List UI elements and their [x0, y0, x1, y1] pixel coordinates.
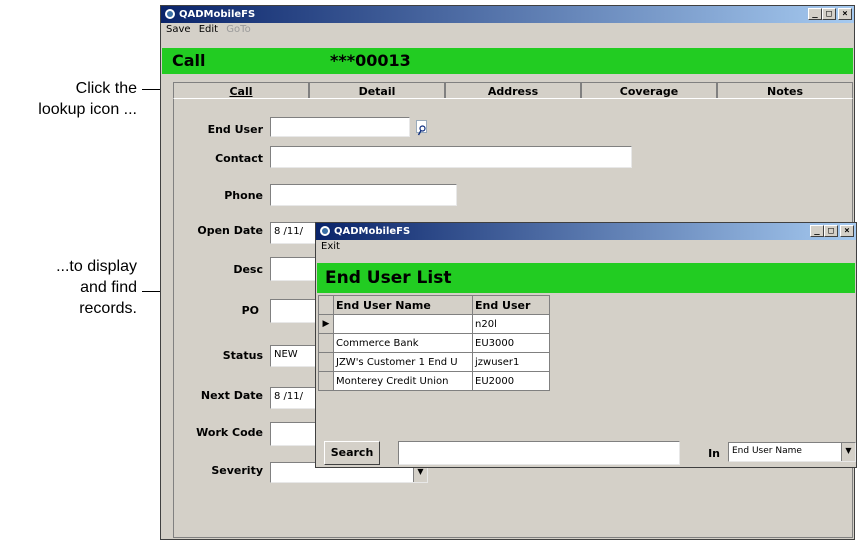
end-user-list-title: End User List	[325, 268, 452, 288]
cell-end-user-name[interactable]: Commerce Bank	[333, 333, 473, 353]
cell-end-user-name[interactable]: Monterey Credit Union	[333, 371, 473, 391]
annotation-lookup-line1: Click the	[75, 80, 137, 97]
row-header	[318, 371, 334, 391]
open-date-label: Open Date	[197, 224, 263, 237]
status-label: Status	[222, 349, 263, 362]
cell-end-user-name[interactable]: JZW's Customer 1 End U	[333, 352, 473, 372]
tab-strip: Call Detail Address Coverage Notes	[173, 82, 853, 99]
table-row[interactable]: Commerce Bank EU3000	[318, 333, 550, 353]
close-icon[interactable]: ×	[840, 225, 854, 237]
desc-label: Desc	[233, 263, 263, 276]
end-user-label: End User	[207, 123, 263, 136]
search-input[interactable]	[398, 441, 680, 465]
open-date-input[interactable]: 8 /11/	[270, 222, 320, 244]
column-end-user-name[interactable]: End User Name	[333, 295, 473, 315]
minimize-icon[interactable]: _	[808, 8, 822, 20]
end-user-input[interactable]	[270, 117, 410, 137]
app-icon	[164, 8, 176, 20]
phone-input[interactable]	[270, 184, 457, 206]
main-window-title: QADMobileFS	[179, 9, 256, 20]
status-input[interactable]: NEW	[270, 345, 320, 367]
tab-notes[interactable]: Notes	[717, 82, 853, 99]
end-user-list-header: End User List	[317, 263, 855, 293]
work-code-label: Work Code	[196, 426, 263, 439]
tab-call[interactable]: Call	[173, 82, 309, 99]
maximize-icon[interactable]: □	[824, 225, 838, 237]
table-row[interactable]: Monterey Credit Union EU2000	[318, 371, 550, 391]
cell-end-user-name[interactable]	[333, 314, 473, 334]
work-code-input[interactable]	[270, 422, 320, 446]
popup-window-title: QADMobileFS	[334, 226, 411, 237]
po-label: PO	[241, 304, 259, 317]
main-titlebar[interactable]: QADMobileFS _ □ ×	[161, 6, 854, 23]
annotation-display-line2: and find	[80, 279, 137, 296]
menu-goto[interactable]: GoTo	[226, 24, 250, 35]
search-button[interactable]: Search	[324, 441, 380, 465]
grid-corner	[318, 295, 334, 315]
end-user-grid: End User Name End User ▶ n20l Commerce B…	[318, 295, 550, 391]
cell-end-user[interactable]: jzwuser1	[472, 352, 550, 372]
call-header-bar: Call ***00013	[162, 48, 853, 74]
po-input[interactable]	[270, 299, 320, 323]
cell-end-user[interactable]: EU2000	[472, 371, 550, 391]
row-header	[318, 352, 334, 372]
close-icon[interactable]: ×	[838, 8, 852, 20]
in-label: In	[708, 447, 720, 460]
call-header-label: Call	[172, 51, 206, 70]
lookup-icon[interactable]	[416, 120, 427, 136]
search-column-select[interactable]: End User Name ▼	[728, 442, 856, 462]
next-date-input[interactable]: 8 /11/	[270, 387, 320, 409]
chevron-down-icon[interactable]: ▼	[841, 443, 855, 461]
table-row[interactable]: ▶ n20l	[318, 314, 550, 334]
contact-label: Contact	[215, 152, 263, 165]
phone-label: Phone	[224, 189, 263, 202]
cell-end-user[interactable]: n20l	[472, 314, 550, 334]
desc-input[interactable]	[270, 257, 320, 281]
app-icon	[319, 225, 331, 237]
main-menubar: Save Edit GoTo	[161, 23, 854, 37]
popup-menubar: Exit	[316, 240, 856, 262]
next-date-label: Next Date	[200, 389, 263, 402]
maximize-icon[interactable]: □	[822, 8, 836, 20]
annotation-lookup-line2: lookup icon ...	[38, 101, 137, 118]
menu-save[interactable]: Save	[166, 24, 191, 35]
annotation-display-line3: records.	[79, 300, 137, 317]
tab-detail[interactable]: Detail	[309, 82, 445, 99]
popup-titlebar[interactable]: QADMobileFS _ □ ×	[316, 223, 856, 240]
current-row-indicator-icon: ▶	[318, 314, 334, 334]
tab-coverage[interactable]: Coverage	[581, 82, 717, 99]
menu-exit[interactable]: Exit	[321, 241, 340, 252]
grid-header-row: End User Name End User	[318, 295, 550, 315]
call-number: ***00013	[330, 51, 411, 70]
tab-address[interactable]: Address	[445, 82, 581, 99]
column-end-user[interactable]: End User	[472, 295, 550, 315]
minimize-icon[interactable]: _	[810, 225, 824, 237]
severity-label: Severity	[211, 464, 263, 477]
menu-edit[interactable]: Edit	[199, 24, 218, 35]
table-row[interactable]: JZW's Customer 1 End U jzwuser1	[318, 352, 550, 372]
annotation-display-line1: ...to display	[56, 258, 137, 275]
contact-input[interactable]	[270, 146, 632, 168]
end-user-list-window: QADMobileFS _ □ × Exit End User List End…	[315, 222, 857, 468]
row-header	[318, 333, 334, 353]
search-column-value: End User Name	[732, 446, 802, 456]
cell-end-user[interactable]: EU3000	[472, 333, 550, 353]
